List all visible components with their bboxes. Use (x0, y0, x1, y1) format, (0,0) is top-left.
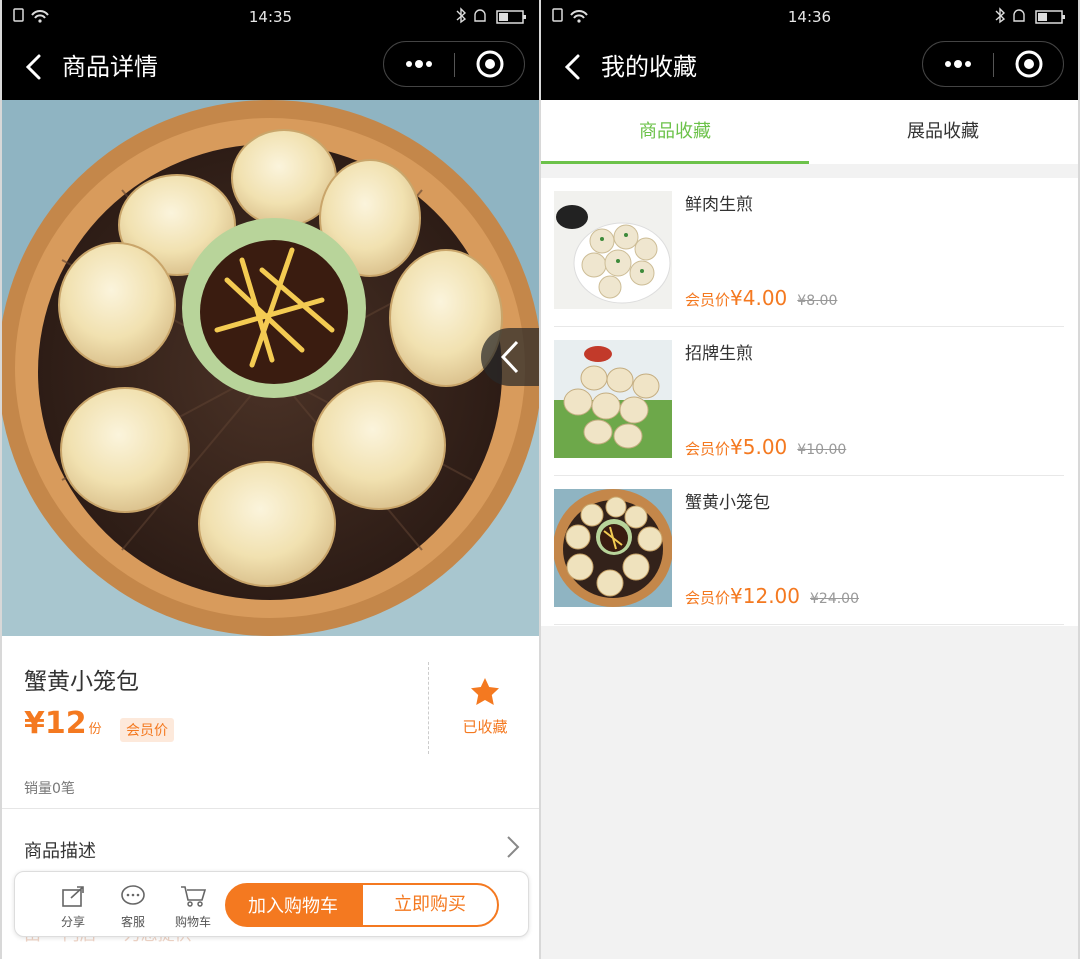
item-name: 招牌生煎 (685, 344, 753, 364)
share-icon (62, 886, 84, 907)
member-price-tag: 会员价 (120, 718, 174, 742)
member-price-label: 会员价 (685, 440, 731, 458)
original-price: ¥24.00 (810, 591, 859, 607)
tab-exhibit-favorites[interactable]: 展品收藏 (809, 100, 1077, 164)
sales-count: 销量0笔 (24, 781, 75, 797)
item-thumbnail (554, 191, 672, 309)
product-info-panel: 蟹黄小笼包 ¥12 份 会员价 已收藏 销量0笔 (2, 636, 539, 808)
member-price-value: ¥5.00 (730, 435, 788, 459)
back-arrow-icon[interactable] (20, 50, 50, 84)
pan-fried-bun-image (554, 191, 672, 309)
nav-bar: 商品详情 (2, 34, 539, 100)
item-price: 会员价¥4.00 ¥8.00 (685, 286, 837, 310)
favorite-divider (428, 662, 429, 754)
nav-bar: 我的收藏 (541, 34, 1078, 100)
more-dots-icon[interactable] (923, 42, 993, 86)
my-favorites-screen: 14:36 我的收藏 商品收藏 展品收藏 鲜肉生煎 会员价¥4.00 ¥8.00… (541, 0, 1078, 959)
status-bar: 14:36 (541, 0, 1078, 34)
item-divider (554, 624, 1064, 625)
active-tab-indicator (541, 161, 809, 164)
service-label: 客服 (120, 915, 145, 929)
item-name: 鲜肉生煎 (685, 195, 753, 215)
cart-button[interactable]: 购物车 (171, 884, 215, 930)
item-name: 蟹黄小笼包 (685, 493, 770, 513)
page-title: 商品详情 (62, 53, 158, 81)
share-button[interactable]: 分享 (51, 884, 95, 930)
favorite-button[interactable]: 已收藏 (440, 676, 530, 737)
chevron-left-icon (500, 340, 519, 374)
member-price-label: 会员价 (685, 291, 731, 309)
status-right-icons (453, 7, 529, 29)
capsule-divider (993, 53, 994, 77)
list-item[interactable]: 蟹黄小笼包 会员价¥12.00 ¥24.00 (541, 476, 1078, 625)
price-value: 12 (44, 706, 87, 741)
capsule-divider (454, 53, 455, 77)
page-title: 我的收藏 (601, 53, 697, 81)
status-bar: 14:35 (2, 0, 539, 34)
buy-now-button[interactable]: 立即购买 (361, 883, 499, 927)
favorites-tabs: 商品收藏 展品收藏 (541, 100, 1078, 164)
chevron-right-icon (507, 836, 520, 858)
price-unit: 份 (88, 722, 102, 737)
close-target-icon[interactable] (456, 42, 524, 86)
product-image (2, 100, 539, 636)
item-thumbnail (554, 489, 672, 607)
signature-bun-image (554, 340, 672, 458)
back-arrow-icon[interactable] (559, 50, 589, 84)
product-price: ¥12 份 (24, 706, 102, 741)
battery-icon (456, 7, 526, 24)
price-symbol: ¥ (24, 706, 45, 741)
favorited-label: 已收藏 (462, 718, 508, 736)
close-target-icon[interactable] (995, 42, 1063, 86)
item-thumbnail (554, 340, 672, 458)
product-name: 蟹黄小笼包 (24, 669, 139, 695)
share-label: 分享 (60, 915, 85, 929)
member-price-value: ¥12.00 (730, 584, 800, 608)
status-right-icons (992, 7, 1068, 29)
tab-product-favorites[interactable]: 商品收藏 (541, 100, 809, 164)
service-button[interactable]: 客服 (111, 884, 155, 930)
mini-program-capsule (383, 41, 525, 87)
battery-icon (995, 7, 1065, 24)
star-icon (471, 678, 499, 705)
chat-bubble-icon (121, 885, 145, 905)
item-price: 会员价¥12.00 ¥24.00 (685, 584, 859, 608)
image-prev-button[interactable] (481, 328, 539, 386)
add-to-cart-button[interactable]: 加入购物车 (225, 883, 361, 927)
crab-roe-bun-image (554, 489, 672, 607)
xiaolongbao-steamer-image (2, 100, 539, 636)
cart-icon (181, 886, 207, 907)
favorites-list: 鲜肉生煎 会员价¥4.00 ¥8.00 招牌生煎 会员价¥5.00 ¥10.00… (541, 178, 1078, 626)
list-item[interactable]: 招牌生煎 会员价¥5.00 ¥10.00 (541, 327, 1078, 476)
cart-label: 购物车 (174, 915, 211, 929)
more-dots-icon[interactable] (384, 42, 454, 86)
description-label: 商品描述 (24, 841, 96, 862)
original-price: ¥8.00 (797, 293, 838, 309)
original-price: ¥10.00 (797, 442, 847, 458)
list-item[interactable]: 鲜肉生煎 会员价¥4.00 ¥8.00 (541, 178, 1078, 327)
item-price: 会员价¥5.00 ¥10.00 (685, 435, 846, 459)
mini-program-capsule (922, 41, 1064, 87)
member-price-value: ¥4.00 (730, 286, 788, 310)
product-detail-screen: 14:35 商品详情 蟹黄小笼包 ¥12 份 会员价 已收藏 销量0笔 商品描述… (2, 0, 539, 959)
member-price-label: 会员价 (685, 589, 731, 607)
bottom-action-bar: 分享 客服 购物车 加入购物车 立即购买 (14, 871, 529, 937)
